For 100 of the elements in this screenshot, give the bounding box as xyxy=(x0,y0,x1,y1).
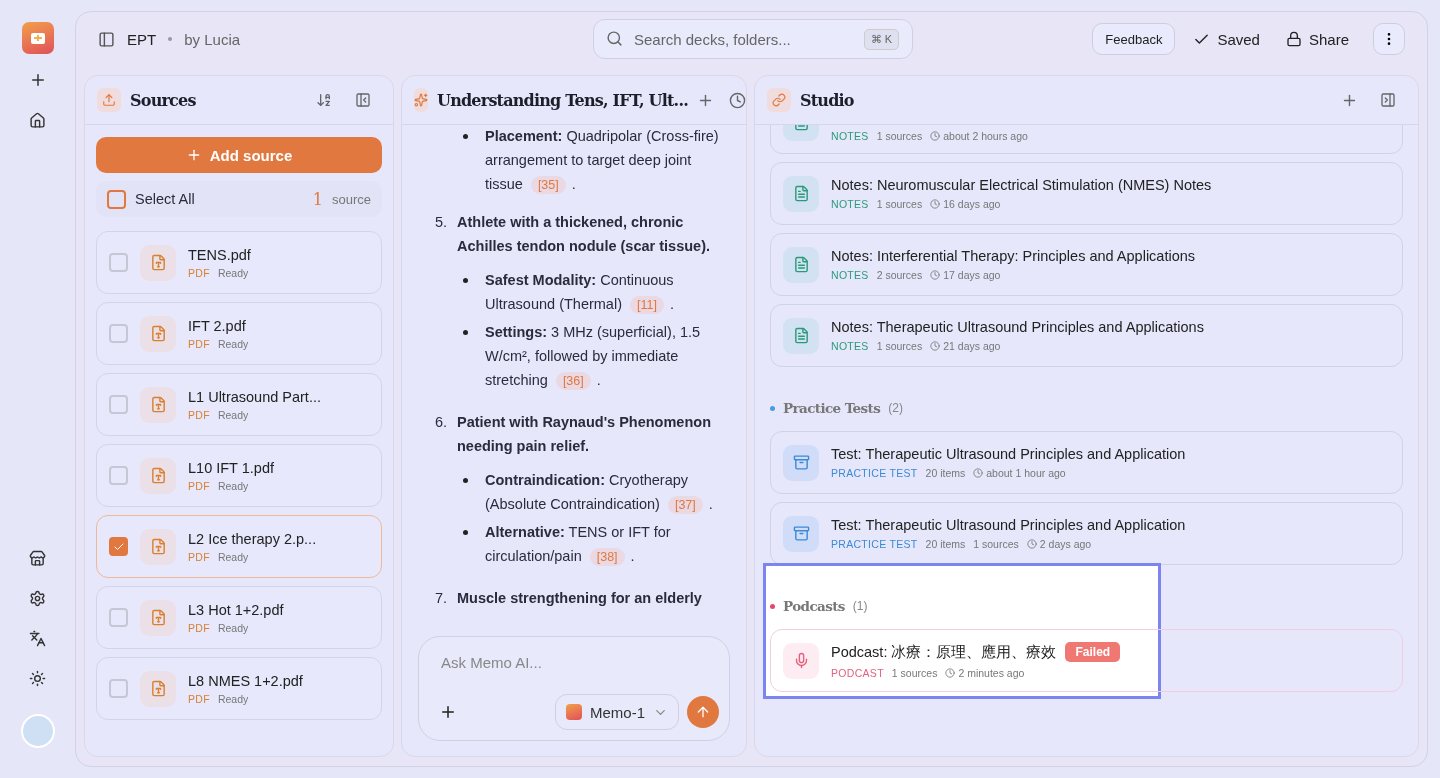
section-title: Practice Tests xyxy=(783,400,881,416)
file-type: PDF xyxy=(188,266,210,279)
stack-icon xyxy=(783,444,819,481)
share-button[interactable]: Share xyxy=(1277,30,1357,48)
document-icon xyxy=(783,317,819,354)
clock-icon xyxy=(973,468,984,478)
source-card[interactable]: L8 NMES 1+2.pdf PDF Ready xyxy=(96,657,382,720)
clock-icon xyxy=(930,199,941,209)
file-icon xyxy=(140,528,176,565)
chat-input-box[interactable]: Ask Memo AI... Memo-1 xyxy=(418,636,730,741)
select-all-label: Select All xyxy=(135,191,195,207)
send-button[interactable] xyxy=(687,696,719,728)
section-title: Podcasts xyxy=(783,598,845,614)
bullet-text: Settings: 3 MHz (superficial), 1.5 W/cm², followed by immediate stretching [36] . xyxy=(485,323,702,392)
studio-card[interactable]: NOTES 1 sources about 2 hours ago xyxy=(770,125,1403,154)
file-icon xyxy=(140,315,176,352)
count-label: source xyxy=(331,191,371,207)
studio-card[interactable]: Test: Therapeutic Ultrasound Principles and Application PRACTICE TEST 20 items about 1 hour ago xyxy=(770,431,1403,494)
source-card[interactable]: TENS.pdf PDF Ready xyxy=(96,231,382,294)
list-number: 6. xyxy=(435,413,449,432)
checkbox[interactable] xyxy=(109,466,128,485)
studio-card[interactable]: Test: Therapeutic Ultrasound Principles and Application PRACTICE TEST 20 items 1 sources 2 days ago xyxy=(770,502,1403,565)
list-number: 7. xyxy=(435,589,449,608)
file-status: Ready xyxy=(217,621,249,634)
history-icon[interactable] xyxy=(728,91,746,109)
saved-status: Saved xyxy=(1217,30,1260,48)
meta-text: 20 items xyxy=(925,467,966,479)
source-count: 1 xyxy=(312,189,323,209)
item-heading: Patient with Raynaud's Phenomenon needing pain relief. xyxy=(457,413,712,456)
file-name: L1 Ultrasound Part... xyxy=(188,388,321,405)
meta-text: 1 sources xyxy=(876,198,923,210)
attach-plus-icon[interactable] xyxy=(439,703,457,721)
card-title: Notes: Neuromuscular Electrical Stimulation (NMES) Notes xyxy=(831,177,1212,193)
link-icon xyxy=(767,88,791,112)
checkbox[interactable] xyxy=(109,395,128,414)
checkbox[interactable] xyxy=(109,324,128,343)
checkbox[interactable] xyxy=(109,253,128,272)
source-card[interactable]: L1 Ultrasound Part... PDF Ready xyxy=(96,373,382,436)
source-card[interactable]: L2 Ice therapy 2.p... PDF Ready xyxy=(96,515,382,578)
document-icon xyxy=(783,175,819,212)
status-badge: Failed xyxy=(1065,642,1121,662)
microphone-icon xyxy=(783,642,819,679)
file-name: L10 IFT 1.pdf xyxy=(188,459,274,476)
type-label: PRACTICE TEST xyxy=(831,467,918,479)
studio-card[interactable]: Podcast: 冰療：原理、應用、療效 Failed PODCAST 1 sources 2 minutes ago xyxy=(770,629,1403,692)
file-status: Ready xyxy=(217,266,249,279)
source-card[interactable]: L10 IFT 1.pdf PDF Ready xyxy=(96,444,382,507)
timestamp: 2 minutes ago xyxy=(958,667,1025,679)
clock-icon xyxy=(1026,539,1037,549)
checkbox[interactable] xyxy=(109,537,128,556)
meta-text: 1 sources xyxy=(891,667,938,679)
sidebar-toggle-icon[interactable] xyxy=(98,30,115,48)
type-label: NOTES xyxy=(831,129,869,142)
checkbox[interactable] xyxy=(109,608,128,627)
timestamp: about 2 hours ago xyxy=(943,129,1028,142)
studio-card[interactable]: Notes: Therapeutic Ultrasound Principles and Applications NOTES 1 sources 21 days ago xyxy=(770,304,1403,367)
clock-icon xyxy=(945,668,956,678)
search-icon xyxy=(606,30,623,47)
checkbox[interactable] xyxy=(107,189,126,209)
feedback-button[interactable]: Feedback xyxy=(1092,23,1176,55)
section-count: (1) xyxy=(852,599,868,613)
timestamp: about 1 hour ago xyxy=(986,467,1066,479)
card-title: Notes: Therapeutic Ultrasound Principles and Applications xyxy=(831,319,1204,335)
source-card[interactable]: IFT 2.pdf PDF Ready xyxy=(96,302,382,365)
bullet-text: Placement: Quadripolar (Cross-fire) arrangement to target deep joint tissue [35] . xyxy=(485,127,720,196)
file-status: Ready xyxy=(217,692,249,705)
document-icon xyxy=(783,246,819,283)
source-card[interactable]: L3 Hot 1+2.pdf PDF Ready xyxy=(96,586,382,649)
card-title: Test: Therapeutic Ultrasound Principles and Application xyxy=(831,517,1186,533)
file-icon xyxy=(140,670,176,707)
file-name: L3 Hot 1+2.pdf xyxy=(188,601,284,618)
checkbox[interactable] xyxy=(109,679,128,698)
bullet-dot xyxy=(463,330,468,335)
type-label: NOTES xyxy=(831,269,869,281)
type-label: NOTES xyxy=(831,198,869,210)
type-label: NOTES xyxy=(831,340,869,352)
bullet-dot xyxy=(463,478,468,483)
bullet-text: Contraindication: Cryotherapy (Absolute Contraindication) [37] . xyxy=(485,471,714,516)
separator-dot xyxy=(168,37,173,41)
section-count: (2) xyxy=(888,401,903,415)
chat-input[interactable]: Ask Memo AI... xyxy=(439,653,719,672)
stack-icon xyxy=(783,515,819,552)
card-title: Test: Therapeutic Ultrasound Principles and Application xyxy=(831,446,1186,462)
file-type: PDF xyxy=(188,621,210,634)
lock-icon xyxy=(1285,31,1302,47)
panel-title: Studio xyxy=(800,90,854,110)
card-title: Notes: Interferential Therapy: Principles and Applications xyxy=(831,248,1196,264)
type-label: PODCAST xyxy=(831,667,884,679)
app-logo-icon[interactable] xyxy=(21,22,54,54)
studio-card[interactable]: Notes: Interferential Therapy: Principles and Applications NOTES 2 sources 17 days ago xyxy=(770,233,1403,296)
bullet-dot xyxy=(463,278,468,283)
studio-card[interactable]: Notes: Neuromuscular Electrical Stimulation (NMES) Notes NOTES 1 sources 16 days ago xyxy=(770,162,1403,225)
clock-icon xyxy=(930,341,941,351)
meta-text: 1 sources xyxy=(876,129,923,142)
meta-text: 1 sources xyxy=(973,538,1019,550)
file-icon xyxy=(140,599,176,636)
clock-icon xyxy=(930,130,941,141)
meta-text: 2 sources xyxy=(876,269,923,281)
model-selector[interactable]: Memo-1 xyxy=(555,694,679,730)
file-status: Ready xyxy=(217,337,249,350)
